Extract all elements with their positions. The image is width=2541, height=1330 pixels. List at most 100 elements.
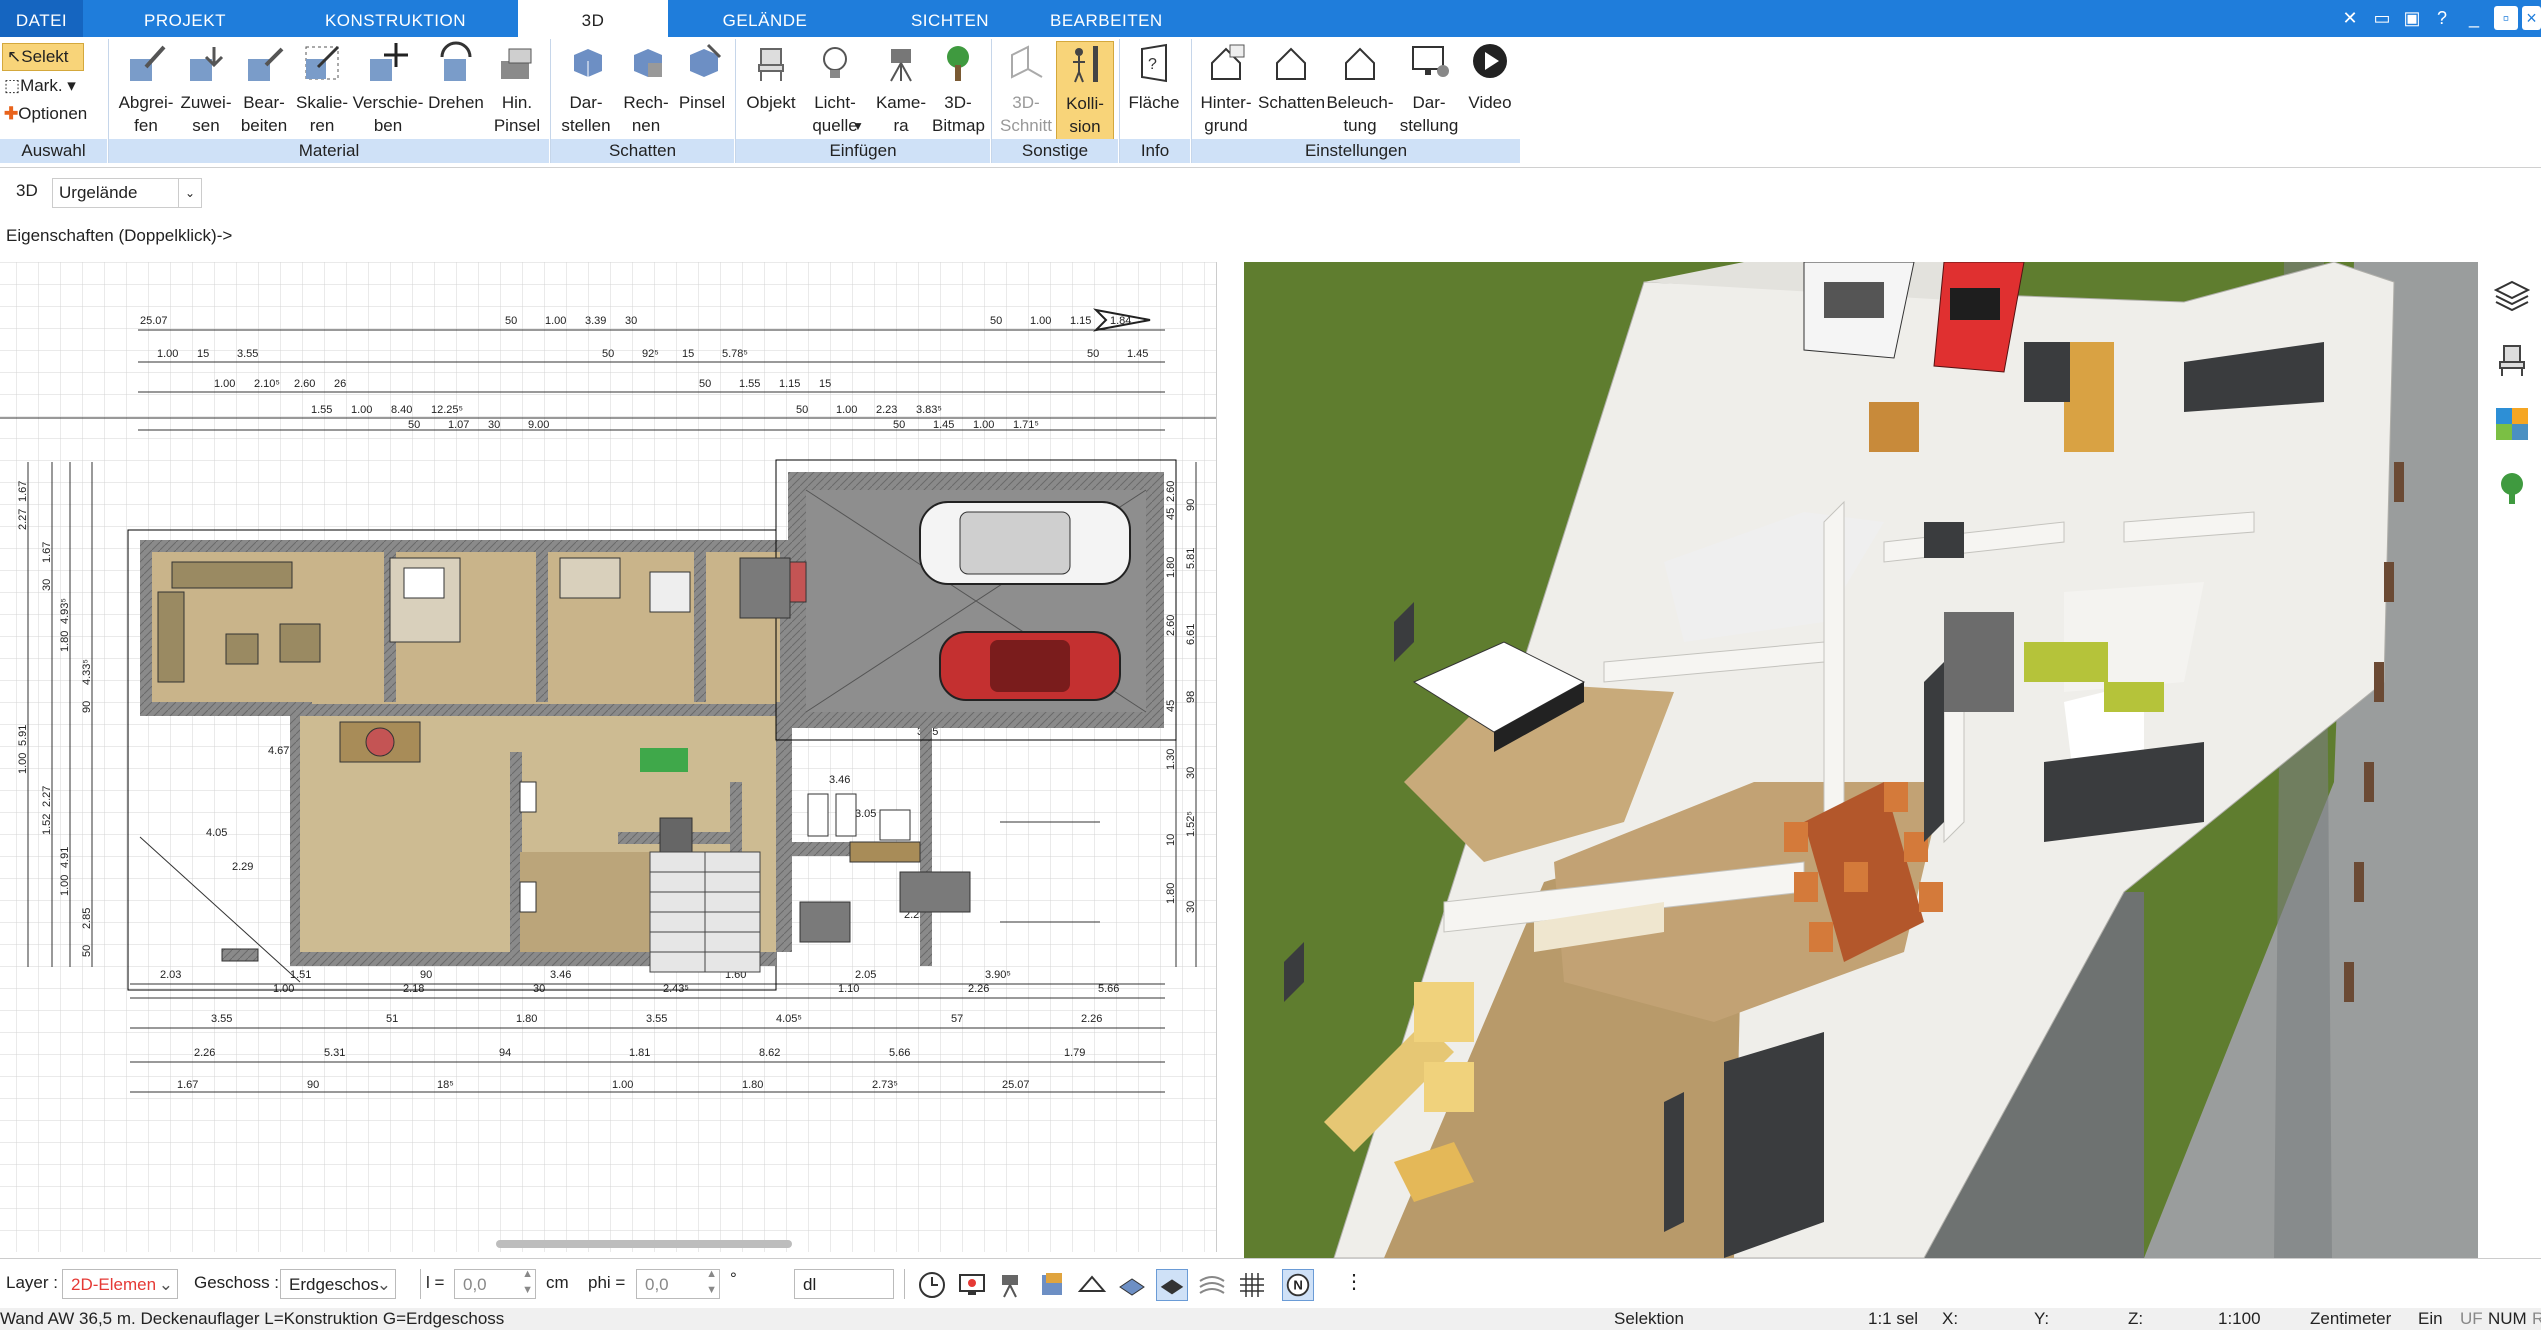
menu-tab-konstruktion[interactable]: KONSTRUKTION	[318, 0, 473, 37]
options-button[interactable]: ✚Optionen	[4, 101, 114, 127]
roof-icon[interactable]	[1076, 1269, 1108, 1301]
phi-label: phi =	[588, 1273, 626, 1292]
area-label: Fläche	[1128, 93, 1180, 112]
show-shadow-button[interactable]: Dar- stellen	[556, 41, 616, 137]
display-button[interactable]: Dar- stellung	[1396, 41, 1462, 137]
camera-path-icon[interactable]	[996, 1269, 1028, 1301]
hint-brush-button[interactable]: Hin. Pinsel	[487, 41, 547, 137]
menu-tab-projekt[interactable]: PROJEKT	[140, 0, 230, 37]
dimension-label-top: 1.00	[351, 404, 372, 416]
status-y: Y:	[2034, 1309, 2050, 1328]
insert-camera-button[interactable]: Kame- ra	[870, 41, 932, 137]
direction-select[interactable]: dl (Richtung/Di	[794, 1269, 897, 1324]
menu-tab-sichten[interactable]: SICHTEN	[905, 0, 995, 37]
assign-material-button[interactable]: Zuwei- sen	[177, 41, 235, 137]
more-options-icon[interactable]: ⋮	[1344, 1269, 1364, 1294]
dimension-label-top: 1.55	[311, 404, 332, 416]
floor-plan-view[interactable]: 25.07 3.55 26 12.25⁵ 9.00 30 5.78⁵ 15 3.83⁵ 1.71⁵…	[0, 262, 1217, 1252]
stepper-icon[interactable]: ▲ ▼	[522, 1266, 533, 1298]
status-unit: Zentimeter	[2310, 1309, 2392, 1328]
minimize-icon[interactable]: _	[2462, 6, 2486, 30]
shadow-brush-label: Pinsel	[678, 93, 726, 112]
chevron-down-icon: ⌄	[376, 1275, 391, 1294]
dimension-label-right: 2.60	[1165, 615, 1177, 636]
calc-shadow-button[interactable]: Rech- nen	[616, 41, 676, 137]
status-bar: Wand AW 36,5 m. Deckenauflager L=Konstru…	[0, 1308, 2541, 1330]
horizontal-scrollbar[interactable]	[496, 1240, 792, 1248]
shadow-settings-button[interactable]: Schatten	[1258, 41, 1325, 114]
video-button[interactable]: Video	[1462, 41, 1518, 114]
room-dimension-label: 2.29	[232, 861, 253, 873]
section-3d-button[interactable]: 3D- Schnitt	[996, 41, 1056, 137]
collision-button[interactable]: Kolli- sion	[1056, 41, 1114, 141]
select-button[interactable]: ↖Selekt	[2, 43, 84, 71]
pick-material-button[interactable]: Abgrei- fen	[115, 41, 177, 137]
move-material-button[interactable]: Verschie- ben	[351, 41, 425, 137]
materials-icon[interactable]	[2494, 406, 2530, 442]
dimension-label-bottom: 2.73⁵	[872, 1079, 898, 1091]
grid-icon[interactable]	[1236, 1269, 1268, 1301]
separator	[420, 1269, 421, 1299]
dimension-label-top: 1.00	[836, 404, 857, 416]
help-icon[interactable]: ?	[2430, 6, 2454, 30]
assign-label: Zuwei- sen	[180, 93, 232, 135]
background-button[interactable]: Hinter- grund	[1194, 41, 1258, 137]
dimension-label-bottom: 94	[499, 1047, 511, 1059]
section-label: 3D- Schnitt	[1000, 93, 1052, 135]
collision-label: Kolli- sion	[1066, 94, 1104, 136]
chevron-down-icon[interactable]: ⌄	[178, 179, 201, 207]
group-material: Material	[109, 139, 549, 163]
rotate-material-button[interactable]: Drehen	[425, 41, 487, 114]
insert-bitmap-button[interactable]: 3D- Bitmap	[932, 41, 985, 137]
dimension-label-left: 30	[41, 579, 53, 591]
lighting-button[interactable]: Beleuch- tung	[1324, 41, 1396, 137]
length-input[interactable]: 0,0 ▲ ▼	[454, 1266, 536, 1299]
terrain-lines-icon[interactable]	[1196, 1269, 1228, 1301]
wall-pattern-icon[interactable]	[1116, 1269, 1148, 1301]
window-icon[interactable]: ▣	[2400, 6, 2424, 30]
insert-object-button[interactable]: Objekt	[742, 41, 800, 114]
plants-icon[interactable]	[2494, 470, 2530, 506]
shadow-brush-button[interactable]: Pinsel	[676, 41, 728, 114]
menu-tab-datei[interactable]: DATEI	[0, 0, 83, 37]
close-icon[interactable]: ×	[2522, 6, 2541, 30]
3d-canvas[interactable]	[1244, 262, 2478, 1258]
menu-tab-3d[interactable]: 3D	[518, 0, 668, 37]
chair-catalog-icon[interactable]	[2494, 342, 2530, 378]
properties-hint[interactable]: Eigenschaften (Doppelklick)->	[0, 218, 250, 256]
layers-icon[interactable]	[2494, 278, 2530, 314]
mark-button[interactable]: ⬚Mark. ▾	[4, 73, 94, 99]
menu-tab-bearbeiten[interactable]: BEARBEITEN	[1050, 0, 1162, 37]
dimension-label-bottom: 90	[307, 1079, 319, 1091]
dimension-label-bottom: 2.26	[968, 983, 989, 995]
north-icon[interactable]: N	[1282, 1269, 1314, 1301]
dimension-label-right: 45	[1165, 508, 1177, 520]
terrain-select[interactable]: Urgelände ⌄	[52, 178, 202, 208]
dimension-label-bottom: 1.00	[273, 983, 294, 995]
status-ein: Ein	[2418, 1309, 2443, 1328]
dimension-label-left: 5.91	[17, 725, 29, 746]
clock-icon[interactable]	[916, 1269, 948, 1301]
screen-view-icon[interactable]	[956, 1269, 988, 1301]
tools-icon[interactable]: ✕	[2338, 6, 2362, 30]
menu-tab-gelaende[interactable]: GELÄNDE	[720, 0, 810, 37]
dropdown-arrow-icon[interactable]: ▼	[852, 119, 864, 133]
geschoss-select[interactable]: Erdgeschos ⌄	[280, 1269, 396, 1299]
shadow-brush-icon	[690, 43, 722, 77]
cabinet-icon[interactable]	[1036, 1269, 1068, 1301]
scale-icon	[305, 45, 340, 80]
restore-icon[interactable]: ▭	[2370, 6, 2394, 30]
dimension-label-left: 1.67	[41, 542, 53, 563]
scale-material-button[interactable]: Skalie- ren	[293, 41, 351, 137]
layer-select[interactable]: 2D-Elemen ⌄	[62, 1269, 178, 1299]
restore-window-icon[interactable]: ▫	[2494, 6, 2518, 30]
floor-plan-canvas[interactable]: 25.07 3.55 26 12.25⁵ 9.00 30 5.78⁵ 15 3.83⁵ 1.71⁵…	[0, 262, 1216, 1252]
edit-material-button[interactable]: Bear- beiten	[235, 41, 293, 137]
floor-plane-icon[interactable]	[1156, 1269, 1188, 1301]
3d-view[interactable]	[1244, 262, 2478, 1258]
phi-input[interactable]: 0,0 ▲ ▼	[636, 1266, 720, 1299]
dimension-label-right: 98	[1185, 691, 1197, 703]
terrain-value: Urgelände	[59, 183, 138, 202]
stepper-icon[interactable]: ▲ ▼	[706, 1266, 717, 1298]
area-button[interactable]: ? Fläche	[1124, 41, 1184, 114]
